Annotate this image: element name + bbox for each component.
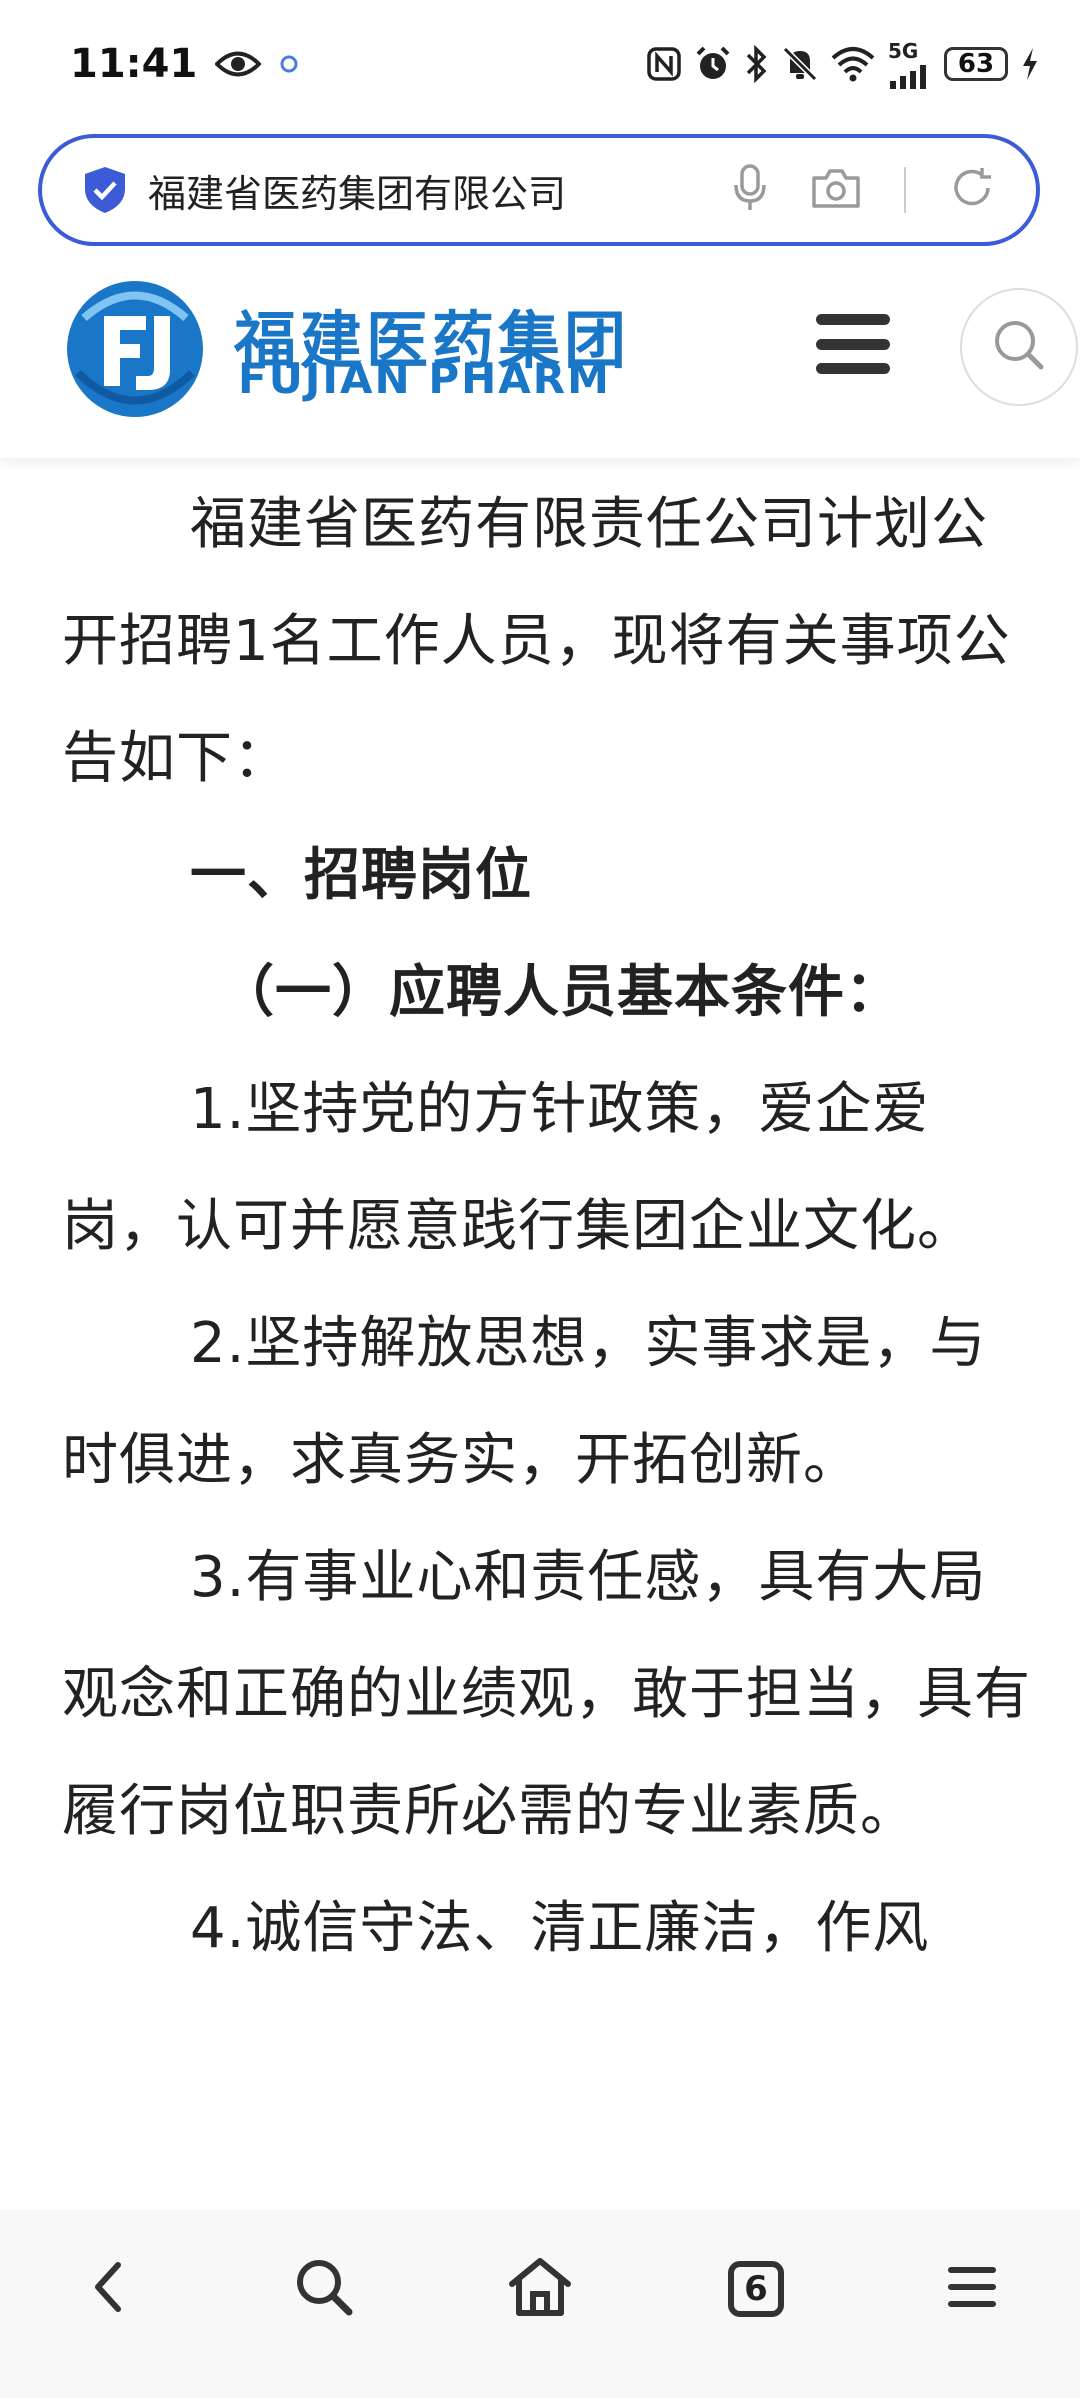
menu-icon: [816, 314, 890, 325]
more-menu-button[interactable]: [912, 2229, 1032, 2349]
article-paragraph: 4.诚信守法、清正廉洁，作风: [190, 1896, 930, 1961]
eye-icon: [215, 49, 262, 79]
fujian-pharm-logo-icon[interactable]: [64, 278, 206, 420]
site-search-button[interactable]: [960, 288, 1078, 406]
bottom-navigation: 6: [0, 2210, 1080, 2398]
wifi-icon: [830, 46, 876, 82]
status-time: 11:41: [70, 41, 198, 87]
charging-icon: [1020, 46, 1040, 82]
shield-icon: [82, 165, 128, 215]
camera-icon[interactable]: [810, 166, 862, 214]
subsection-heading: （一）应聘人员基本条件：: [218, 960, 902, 1025]
search-button[interactable]: [264, 2229, 384, 2349]
back-icon: [88, 2259, 128, 2319]
status-bar: 11:41 5G 63: [0, 0, 1080, 128]
mute-icon: [782, 45, 818, 83]
address-divider: [904, 167, 906, 213]
network-type: 5G: [888, 39, 919, 63]
article-content: 福建省医药有限责任公司计划公开招聘1名工作人员，现将有关事项公告如下： 一、招聘…: [62, 466, 1042, 1987]
refresh-icon[interactable]: [948, 164, 996, 216]
tabs-button[interactable]: 6: [696, 2229, 816, 2349]
address-text[interactable]: 福建省医药集团有限公司: [148, 163, 732, 218]
home-icon: [507, 2256, 573, 2322]
back-button[interactable]: [48, 2229, 168, 2349]
signal-icon: 5G: [888, 39, 932, 89]
menu-icon-line: [816, 363, 890, 374]
article-paragraph: 2.坚持解放思想，实事求是，与时俱进，求真务实，开拓创新。: [62, 1311, 987, 1493]
more-icon: [947, 2264, 997, 2314]
home-button[interactable]: [480, 2229, 600, 2349]
alarm-icon: [694, 45, 732, 83]
app-notification-icon: [279, 54, 299, 74]
search-icon: [293, 2256, 355, 2322]
tabs-icon: 6: [728, 2261, 784, 2317]
battery-indicator: 63: [944, 47, 1008, 81]
article-paragraph: 福建省医药有限责任公司计划公开招聘1名工作人员，现将有关事项公告如下：: [62, 492, 1011, 791]
address-bar[interactable]: 福建省医药集团有限公司: [38, 134, 1040, 246]
section-heading: 一、招聘岗位: [190, 843, 532, 908]
article-paragraph: 3.有事业心和责任感，具有大局观念和正确的业绩观，敢于担当，具有履行岗位职责所必…: [62, 1545, 1031, 1844]
menu-button[interactable]: [816, 314, 890, 374]
nfc-icon: [646, 46, 682, 82]
menu-icon-line: [816, 338, 890, 350]
site-header: 福建医药集团 FUJIAN PHARM: [0, 262, 1080, 458]
logo-english-name: FUJIAN PHARM: [238, 354, 611, 403]
bluetooth-icon: [744, 45, 770, 83]
search-icon: [989, 315, 1049, 379]
mic-icon[interactable]: [732, 163, 768, 217]
article-paragraph: 1.坚持党的方针政策，爱企爱岗，认可并愿意践行集团企业文化。: [62, 1077, 974, 1259]
